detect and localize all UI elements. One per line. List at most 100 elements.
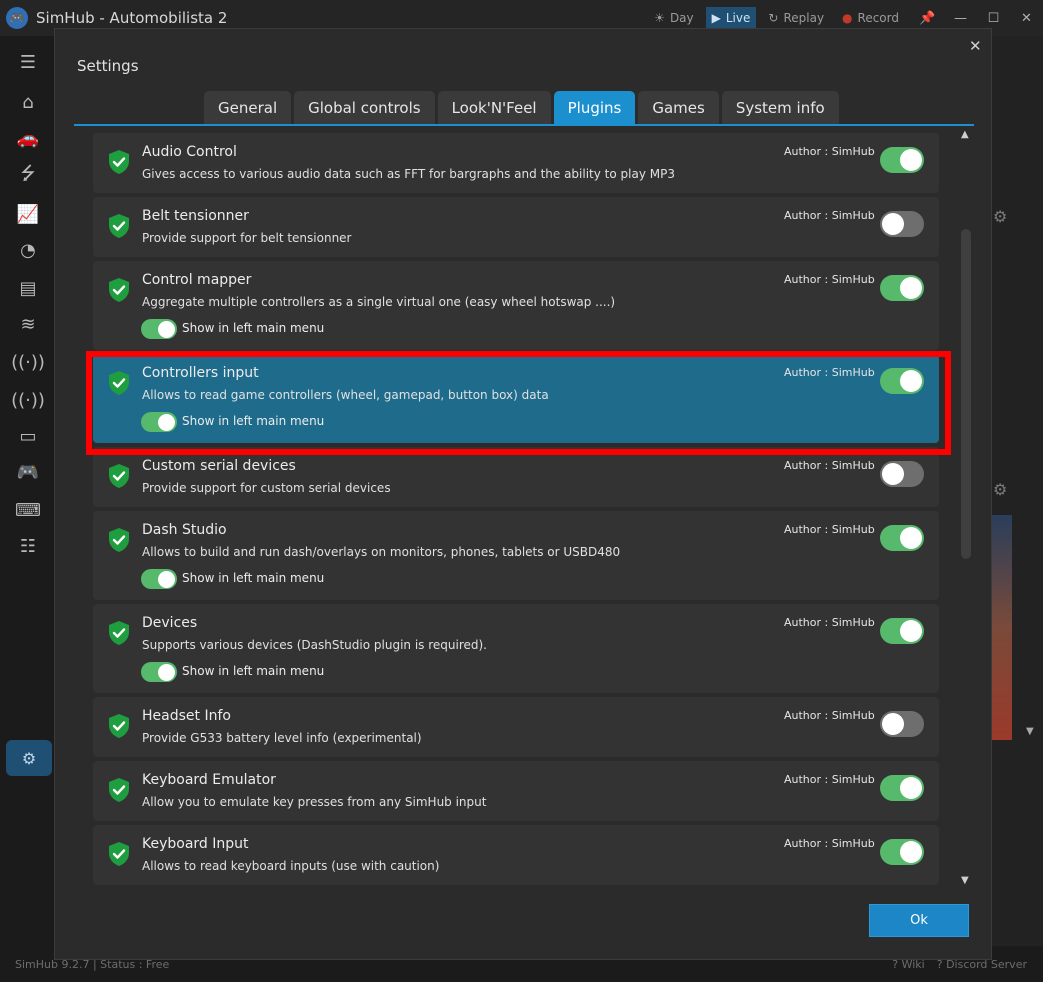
shield-check-icon [107,713,131,739]
vibration-icon[interactable]: ((·)) [11,348,45,376]
toggle-knob [900,277,922,299]
scroll-down-icon: ▼ [1026,726,1034,737]
toggle-knob [158,664,175,681]
scroll-down-icon[interactable]: ▼ [961,875,969,886]
pin-icon[interactable]: 📌 [911,11,944,26]
shield-check-icon [107,213,131,239]
live-label: Live [725,11,751,25]
plugin-enable-toggle[interactable] [880,147,924,173]
replay-label: Replay [783,11,825,25]
gear-icon: ⚙ [993,207,1008,226]
toggle-knob [882,213,904,235]
plugin-author: Author : SimHub [784,773,875,786]
home-icon[interactable]: ⌂ [14,88,42,116]
window-title: SimHub - Automobilista 2 [36,9,228,27]
plugin-enable-toggle[interactable] [880,839,924,865]
minimize-button[interactable]: — [944,11,977,26]
plugin-description: Allows to read keyboard inputs (use with… [142,859,440,873]
plugin-row[interactable]: Keyboard Emulator Allow you to emulate ke… [93,761,939,821]
plugin-row[interactable]: Dash Studio Allows to build and run dash/… [93,511,939,600]
tab-plugins[interactable]: Plugins [553,91,636,124]
plugin-enable-toggle[interactable] [880,711,924,737]
gear-icon: ⚙ [21,748,37,768]
plugin-name: Control mapper [142,272,252,288]
car-icon[interactable]: 🚗 [14,124,42,152]
plugin-description: Provide support for custom serial device… [142,481,391,495]
plugin-enable-toggle[interactable] [880,775,924,801]
chart-icon[interactable]: 📈 [14,200,42,228]
gamepad-icon[interactable]: 🎮 [14,458,42,486]
plugin-row[interactable]: Devices Supports various devices (DashStu… [93,604,939,693]
plugin-author: Author : SimHub [784,209,875,222]
shield-check-icon [107,149,131,175]
shaker-icon[interactable]: ((·)) [11,386,45,414]
plugin-description: Allow you to emulate key presses from an… [142,795,487,809]
led-device-icon[interactable]: ▭ [14,422,42,450]
close-icon[interactable]: ✕ [969,37,982,55]
tab-global-controls[interactable]: Global controls [294,91,435,124]
record-button[interactable]: ● Record [836,7,905,29]
hamburger-menu-icon[interactable]: ☰ [14,48,42,76]
plugin-enable-toggle[interactable] [880,211,924,237]
shield-check-icon [107,277,131,303]
plugin-description: Provide G533 battery level info (experim… [142,731,422,745]
plugin-description: Gives access to various audio data such … [142,167,675,181]
scrollbar-thumb[interactable] [961,229,971,559]
replay-button[interactable]: ↻ Replay [762,7,830,29]
plugin-author: Author : SimHub [784,837,875,850]
keyboard-icon[interactable]: ⌨ [14,496,42,524]
plugin-row[interactable]: Custom serial devices Provide support for… [93,447,939,507]
plugin-enable-toggle[interactable] [880,461,924,487]
live-button[interactable]: ▶ Live [705,7,757,29]
background-game-image [992,515,1012,740]
tab-general[interactable]: General [204,91,292,124]
tab-look-n-feel[interactable]: Look'N'Feel [437,91,551,124]
plugin-row[interactable]: Audio Control Gives access to various aud… [93,133,939,193]
tab-system-info[interactable]: System info [721,91,839,124]
plugin-author: Author : SimHub [784,459,875,472]
show-in-menu-toggle[interactable] [141,662,177,682]
plugin-name: Devices [142,615,198,631]
plugin-row[interactable]: Headset Info Provide G533 battery level i… [93,697,939,757]
show-in-menu-toggle[interactable] [141,319,177,339]
settings-nav-button[interactable]: ⚙ [6,740,52,776]
toggle-knob [900,777,922,799]
gauge-icon[interactable]: ◔ [14,236,42,264]
tab-underline [74,124,974,126]
record-icon: ● [842,11,853,25]
left-sidebar: ☰ ⌂ 🚗 ⭍ 📈 ◔ ▤ ≋ ((·)) ((·)) ▭ 🎮 ⌨ ☷ ⚙ [0,36,54,946]
plugin-name: Keyboard Emulator [142,772,276,788]
plugin-row[interactable]: Belt tensionner Provide support for belt … [93,197,939,257]
plugin-list: Audio Control Gives access to various aud… [93,133,941,890]
plugin-row[interactable]: Control mapper Aggregate multiple control… [93,261,939,350]
play-icon: ▶ [711,11,721,25]
plugin-author: Author : SimHub [784,709,875,722]
simhub-logo-icon: 🎮 [6,7,28,29]
list-icon[interactable]: ☷ [14,532,42,560]
window-close-button[interactable]: ✕ [1010,11,1043,26]
show-in-menu-label: Show in left main menu [182,664,325,678]
day-mode-button[interactable]: ☀ Day [648,7,699,29]
plugin-author: Author : SimHub [784,145,875,158]
toggle-knob [900,841,922,863]
gear-icon: ⚙ [993,480,1008,499]
ok-button[interactable]: Ok [869,904,969,937]
plugin-enable-toggle[interactable] [880,525,924,551]
scroll-up-icon[interactable]: ▲ [961,129,969,140]
plugin-name: Belt tensionner [142,208,249,224]
plugin-description: Supports various devices (DashStudio plu… [142,638,487,652]
plugin-name: Custom serial devices [142,458,296,474]
dash-display-icon[interactable]: ▤ [14,274,42,302]
show-in-menu-label: Show in left main menu [182,571,325,585]
wind-icon[interactable]: ≋ [14,310,42,338]
toggle-knob [158,571,175,588]
tab-games[interactable]: Games [638,91,719,124]
plugin-row[interactable]: Keyboard Input Allows to read keyboard in… [93,825,939,885]
plugin-enable-toggle[interactable] [880,618,924,644]
maximize-button[interactable]: ☐ [977,11,1010,26]
plugin-name: Audio Control [142,144,237,160]
usb-icon[interactable]: ⭍ [14,162,42,190]
plugin-name: Keyboard Input [142,836,249,852]
plugin-enable-toggle[interactable] [880,275,924,301]
show-in-menu-toggle[interactable] [141,569,177,589]
